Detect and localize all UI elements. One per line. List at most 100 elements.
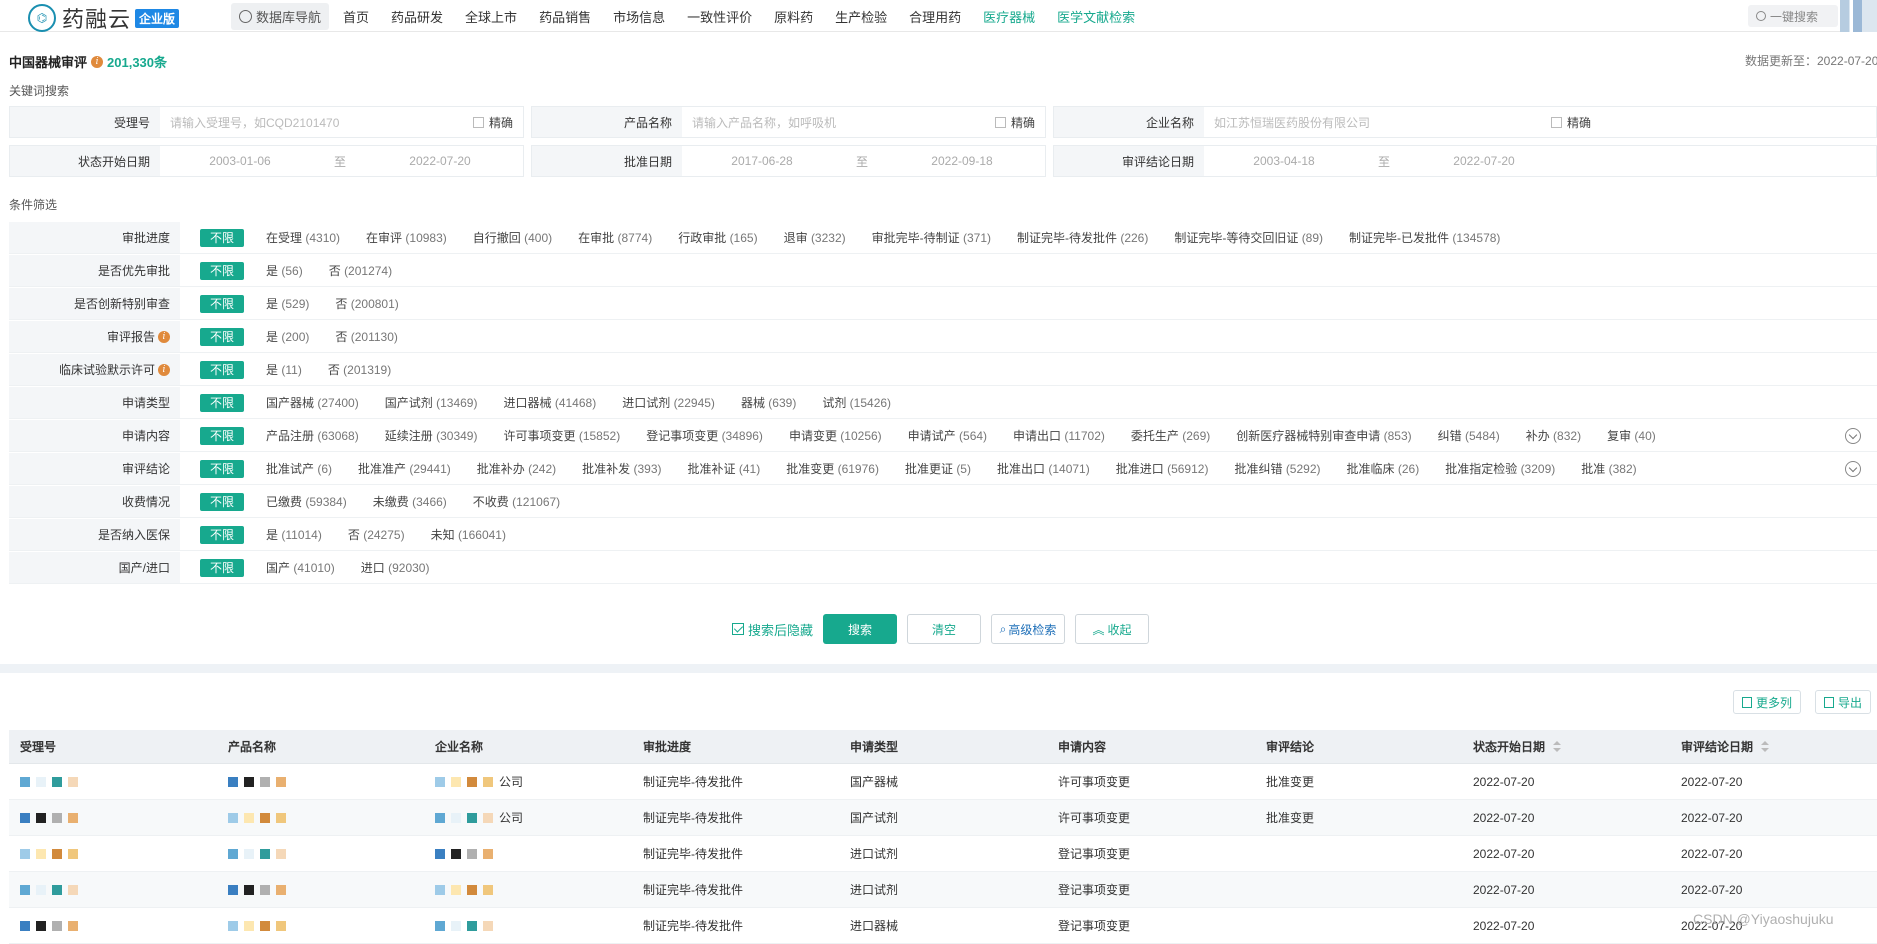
date-from-input[interactable]: 2003-01-06	[160, 154, 320, 168]
nav-item-1[interactable]: 首页	[343, 7, 369, 26]
filter-option[interactable]: 否 (201319)	[328, 361, 391, 378]
nav-item-4[interactable]: 药品销售	[539, 7, 591, 26]
nav-item-8[interactable]: 生产检验	[835, 7, 887, 26]
exact-checkbox[interactable]: 精确	[472, 114, 513, 131]
clear-button[interactable]: 清空	[907, 614, 982, 644]
table-row[interactable]: 制证完毕-待发批件 进口试剂 登记事项变更 2022-07-20 2022-07-20	[9, 872, 1877, 908]
filter-option[interactable]: 创新医疗器械特别审查申请 (853)	[1236, 427, 1411, 444]
filter-option[interactable]: 不收费 (121067)	[473, 493, 560, 510]
filter-option[interactable]: 国产试剂 (13469)	[385, 394, 478, 411]
filter-option[interactable]: 否 (201130)	[335, 328, 398, 345]
column-header[interactable]: 审批进度	[632, 738, 839, 755]
hide-after-search-checkbox[interactable]: 搜索后隐藏	[732, 620, 813, 639]
filter-option[interactable]: 已缴费 (59384)	[266, 493, 347, 510]
filter-option[interactable]: 制证完毕-已发批件 (134578)	[1349, 229, 1500, 246]
filter-option[interactable]: 制证完毕-待发批件 (226)	[1017, 229, 1148, 246]
info-icon[interactable]: i	[158, 363, 170, 376]
filter-option[interactable]: 自行撤回 (400)	[473, 229, 552, 246]
filter-option[interactable]: 批准出口 (14071)	[997, 460, 1090, 477]
nav-item-2[interactable]: 药品研发	[391, 7, 443, 26]
chevron-down-icon[interactable]	[1845, 461, 1861, 477]
filter-option[interactable]: 批准准产 (29441)	[358, 460, 451, 477]
export-button[interactable]: 导出	[1815, 690, 1872, 714]
filter-option[interactable]: 批准试产 (6)	[266, 460, 332, 477]
filter-option[interactable]: 批准补发 (393)	[582, 460, 661, 477]
date-to-input[interactable]: 2022-07-20	[360, 154, 520, 168]
filter-unlimited-button[interactable]: 不限	[200, 360, 244, 379]
sort-icon[interactable]	[1553, 740, 1562, 753]
filter-option[interactable]: 在审批 (8774)	[578, 229, 652, 246]
filter-unlimited-button[interactable]: 不限	[200, 261, 244, 280]
filter-option[interactable]: 在受理 (4310)	[266, 229, 340, 246]
filter-unlimited-button[interactable]: 不限	[200, 426, 244, 445]
filter-option[interactable]: 是 (200)	[266, 328, 309, 345]
filter-option[interactable]: 申请变更 (10256)	[789, 427, 882, 444]
filter-unlimited-button[interactable]: 不限	[200, 525, 244, 544]
filter-option[interactable]: 国产器械 (27400)	[266, 394, 359, 411]
table-row[interactable]: 制证完毕-待发批件 进口器械 登记事项变更 2022-07-20 2022-07-20	[9, 908, 1877, 944]
advanced-search-button[interactable]: ⌕ 高级检索	[991, 614, 1066, 644]
filter-option[interactable]: 否 (201274)	[329, 262, 392, 279]
table-row[interactable]: 公司 制证完毕-待发批件 国产器械 许可事项变更 批准变更 2022-07-20 2022-…	[9, 764, 1877, 800]
filter-option[interactable]: 产品注册 (63068)	[266, 427, 359, 444]
nav-item-9[interactable]: 合理用药	[909, 7, 961, 26]
nav-item-10[interactable]: 医疗器械	[983, 7, 1035, 26]
filter-option[interactable]: 是 (56)	[266, 262, 303, 279]
date-to-input[interactable]: 2022-07-20	[1404, 154, 1564, 168]
info-icon[interactable]: i	[91, 55, 104, 68]
filter-option[interactable]: 委托生产 (269)	[1131, 427, 1210, 444]
keyword-input-0[interactable]: 请输入受理号，如CQD2101470	[160, 114, 473, 131]
filter-option[interactable]: 复审 (40)	[1607, 427, 1656, 444]
filter-option[interactable]: 申请出口 (11702)	[1013, 427, 1105, 444]
table-row[interactable]: 制证完毕-待发批件 进口试剂 登记事项变更 2022-07-20 2022-07-20	[9, 836, 1877, 872]
filter-option[interactable]: 批准指定检验 (3209)	[1445, 460, 1555, 477]
exact-checkbox[interactable]: 精确	[994, 114, 1035, 131]
search-button[interactable]: 搜索	[823, 614, 898, 644]
filter-option[interactable]: 国产 (41010)	[266, 559, 335, 576]
column-header[interactable]: 申请类型	[839, 738, 1047, 755]
filter-option[interactable]: 退审 (3232)	[784, 229, 846, 246]
filter-unlimited-button[interactable]: 不限	[200, 393, 244, 412]
filter-unlimited-button[interactable]: 不限	[200, 228, 244, 247]
nav-item-0[interactable]: 数据库导航	[231, 2, 330, 30]
table-row[interactable]: 公司 制证完毕-待发批件 国产试剂 许可事项变更 批准变更 2022-07-20 2022-…	[9, 800, 1877, 836]
filter-option[interactable]: 纠错 (5484)	[1438, 427, 1500, 444]
keyword-input-2[interactable]: 如江苏恒瑞医药股份有限公司	[1204, 114, 1551, 131]
filter-option[interactable]: 未缴费 (3466)	[373, 493, 447, 510]
keyword-input-1[interactable]: 请输入产品名称，如呼吸机	[682, 114, 995, 131]
filter-option[interactable]: 进口试剂 (22945)	[622, 394, 715, 411]
filter-option[interactable]: 登记事项变更 (34896)	[646, 427, 763, 444]
filter-unlimited-button[interactable]: 不限	[200, 459, 244, 478]
filter-option[interactable]: 申请试产 (564)	[908, 427, 987, 444]
filter-option[interactable]: 器械 (639)	[741, 394, 796, 411]
sort-icon[interactable]	[1761, 740, 1770, 753]
filter-option[interactable]: 批准补办 (242)	[477, 460, 556, 477]
filter-option[interactable]: 批准纠错 (5292)	[1234, 460, 1320, 477]
filter-option[interactable]: 许可事项变更 (15852)	[503, 427, 620, 444]
chevron-down-icon[interactable]	[1845, 428, 1861, 444]
filter-option[interactable]: 进口 (92030)	[361, 559, 430, 576]
filter-option[interactable]: 是 (11014)	[266, 526, 322, 543]
filter-unlimited-button[interactable]: 不限	[200, 294, 244, 313]
filter-option[interactable]: 批准临床 (26)	[1347, 460, 1420, 477]
quick-search[interactable]: 一键搜索	[1748, 5, 1838, 27]
avatar[interactable]	[1840, 0, 1877, 32]
filter-option[interactable]: 是 (11)	[266, 361, 302, 378]
date-to-input[interactable]: 2022-09-18	[882, 154, 1042, 168]
column-header[interactable]: 产品名称	[217, 738, 424, 755]
filter-option[interactable]: 未知 (166041)	[431, 526, 506, 543]
filter-option[interactable]: 制证完毕-等待交回旧证 (89)	[1174, 229, 1323, 246]
filter-unlimited-button[interactable]: 不限	[200, 327, 244, 346]
filter-option[interactable]: 批准进口 (56912)	[1116, 460, 1209, 477]
filter-option[interactable]: 批准补证 (41)	[688, 460, 761, 477]
filter-option[interactable]: 批准 (382)	[1581, 460, 1636, 477]
date-from-input[interactable]: 2017-06-28	[682, 154, 842, 168]
filter-option[interactable]: 批准更证 (5)	[905, 460, 971, 477]
filter-unlimited-button[interactable]: 不限	[200, 492, 244, 511]
filter-option[interactable]: 否 (200801)	[335, 295, 398, 312]
nav-item-5[interactable]: 市场信息	[613, 7, 665, 26]
filter-option[interactable]: 补办 (832)	[1526, 427, 1581, 444]
filter-option[interactable]: 行政审批 (165)	[678, 229, 757, 246]
column-header[interactable]: 审评结论日期	[1670, 738, 1877, 755]
column-header[interactable]: 审评结论	[1255, 738, 1462, 755]
